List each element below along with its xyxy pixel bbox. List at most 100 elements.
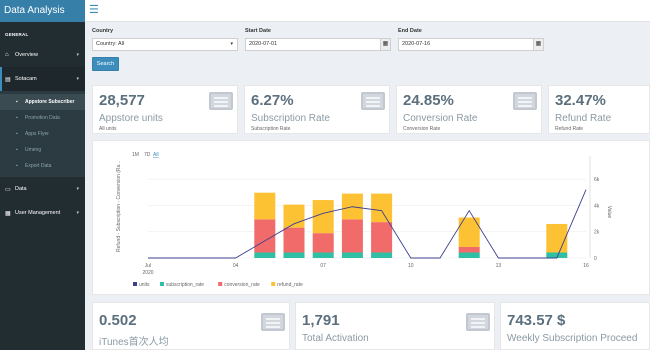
menu-toggle-icon[interactable]: ☰ <box>89 4 99 16</box>
stat-label: Refund Rate <box>555 113 612 124</box>
legend-label: conversion_rate <box>224 282 260 288</box>
stat-label: Weekly Subscription Proceed <box>507 333 638 344</box>
chevron-down-icon: ▾ <box>76 52 79 58</box>
start-date-input[interactable]: 2020-07-01 ▦ <box>245 38 391 51</box>
sidebar-item-label: User Management <box>15 210 61 216</box>
stat-sublabel: All units <box>99 126 117 132</box>
sidebar-item-promotion-data[interactable]: ▪ Promotion Data <box>0 110 85 126</box>
chevron-down-icon: ▾ <box>76 186 79 192</box>
x-tick-label: 13 <box>496 263 502 269</box>
sidebar-item-label: Overview <box>15 52 38 58</box>
sidebar-item-export-data[interactable]: ▪ Export Data <box>0 158 85 174</box>
folder-icon: ▭ <box>5 186 11 193</box>
chart-bars <box>254 192 568 258</box>
stat-label: iTunes首次人均 <box>99 337 169 348</box>
end-date-value: 2020-07-16 <box>402 41 431 47</box>
sidebar-item-user-management[interactable]: ▦ User Management ▾ <box>0 201 85 225</box>
sidebar-item-label: Export Data <box>25 163 52 169</box>
zoom-7d-button[interactable]: 7D <box>144 152 151 158</box>
stat-card-refund-rate: 32.47% Refund Rate Refund Rate <box>548 85 650 134</box>
user-icon: ▪ <box>16 147 18 153</box>
bar-segment-conversion-rate <box>283 227 305 253</box>
zoom-1m-button[interactable]: 1M <box>132 152 139 158</box>
list-icon <box>261 313 285 331</box>
sidebar-item-label: Data <box>15 186 27 192</box>
y-right-tick-label: 4k <box>594 203 600 209</box>
calendar-icon[interactable]: ▦ <box>533 39 543 50</box>
sidebar-item-umeng[interactable]: ▪ Umeng <box>0 142 85 158</box>
sidebar-item-label: Umeng <box>25 147 42 153</box>
legend-swatch <box>271 282 276 286</box>
stat-card-subscription-rate: 6.27% Subscription Rate Subscription Rat… <box>244 85 390 134</box>
y-right-tick-label: 2k <box>594 230 600 236</box>
units-line <box>148 189 587 259</box>
combo-chart: 1M 7D All Jul2020 04 07 10 13 16 0 2k 4k 6k Refund… <box>116 152 612 288</box>
stat-label: Conversion Rate <box>403 113 478 124</box>
bar-segment-refund-rate <box>312 200 334 234</box>
bar-segment-subscription-rate <box>312 252 334 258</box>
list-icon <box>361 92 385 110</box>
grid-icon: ▦ <box>5 210 11 217</box>
stat-value: 0.502 <box>99 312 137 329</box>
bar-segment-refund-rate <box>254 192 276 220</box>
bar-segment-subscription-rate <box>458 252 480 258</box>
chevron-down-icon: ▾ <box>76 76 79 82</box>
stat-label: Total Activation <box>302 333 369 344</box>
stat-card-conversion-rate: 24.85% Conversion Rate Conversion Rate <box>396 85 542 134</box>
home-icon: ⌂ <box>5 52 9 58</box>
sidebar-item-apps-flyer[interactable]: ▪ Apps Flyer <box>0 126 85 142</box>
search-button[interactable]: Search <box>92 57 119 71</box>
app-title[interactable]: Data Analysis <box>0 0 85 22</box>
nav-header: GENERAL <box>5 32 29 37</box>
y-left-axis-title: Refund - Subscription - Conversion (Ra..… <box>116 161 122 252</box>
sidebar-item-sotacam[interactable]: ▤ Sotacam ▾ <box>0 67 85 91</box>
bar-segment-conversion-rate <box>312 233 334 253</box>
bar-segment-subscription-rate <box>283 252 305 258</box>
bar-segment-conversion-rate <box>458 246 480 253</box>
bar-segment-subscription-rate <box>341 252 363 258</box>
x-tick-label: 16 <box>583 263 589 269</box>
country-select-value: Country: All <box>96 41 125 47</box>
y-right-tick-label: 6k <box>594 177 600 183</box>
sidebar-item-data[interactable]: ▭ Data ▾ <box>0 177 85 201</box>
stat-label: Appstore units <box>99 113 163 124</box>
sidebar-item-label: Sotacam <box>15 76 37 82</box>
stat-card-itunes: 0.502 iTunes首次人均 <box>92 302 290 350</box>
legend-swatch <box>160 282 164 286</box>
start-date-value: 2020-07-01 <box>249 41 278 47</box>
sidebar-item-label: Appstore Subscriber <box>25 99 75 105</box>
user-icon: ▪ <box>16 131 18 137</box>
list-icon <box>466 313 490 331</box>
stat-value: 743.57 $ <box>507 312 566 329</box>
chart-line <box>148 189 587 259</box>
sidebar-item-overview[interactable]: ⌂ Overview ▾ <box>0 43 85 67</box>
user-icon: ▪ <box>16 115 18 121</box>
export-icon: ▪ <box>16 163 18 169</box>
stat-sublabel: Refund Rate <box>555 126 584 132</box>
y-right-axis-title: Value <box>606 206 612 219</box>
y-right-tick-label: 0 <box>594 256 597 262</box>
sidebar-item-appstore-subscriber[interactable]: ▪ Appstore Subscriber <box>0 94 85 110</box>
sidebar: Data Analysis GENERAL ⌂ Overview ▾ ▤ Sot… <box>0 0 85 350</box>
sidebar-item-label: Apps Flyer <box>25 131 49 137</box>
list-icon <box>513 92 537 110</box>
calendar-icon[interactable]: ▦ <box>380 39 390 50</box>
bar-segment-conversion-rate <box>254 219 276 253</box>
sidebar-item-label: Promotion Data <box>25 115 60 121</box>
legend-label: refund_rate <box>277 282 303 288</box>
legend-label: units <box>139 282 150 288</box>
stat-value: 32.47% <box>555 92 606 109</box>
country-select[interactable]: Country: All ▾ <box>92 38 238 51</box>
x-tick-label: 10 <box>408 263 414 269</box>
x-tick-label: 04 <box>233 263 239 269</box>
end-date-input[interactable]: 2020-07-16 ▦ <box>398 38 544 51</box>
zoom-all-button[interactable]: All <box>153 152 159 158</box>
legend-label: subscription_rate <box>166 282 204 288</box>
x-tick-label: Jul <box>145 263 151 269</box>
bar-segment-conversion-rate <box>341 219 363 253</box>
x-tick-label: 2020 <box>142 270 153 276</box>
stat-sublabel: Conversion Rate <box>403 126 441 132</box>
country-label: Country <box>92 28 114 34</box>
stat-card-weekly-proceed: 743.57 $ Weekly Subscription Proceed <box>500 302 650 350</box>
list-icon <box>209 92 233 110</box>
